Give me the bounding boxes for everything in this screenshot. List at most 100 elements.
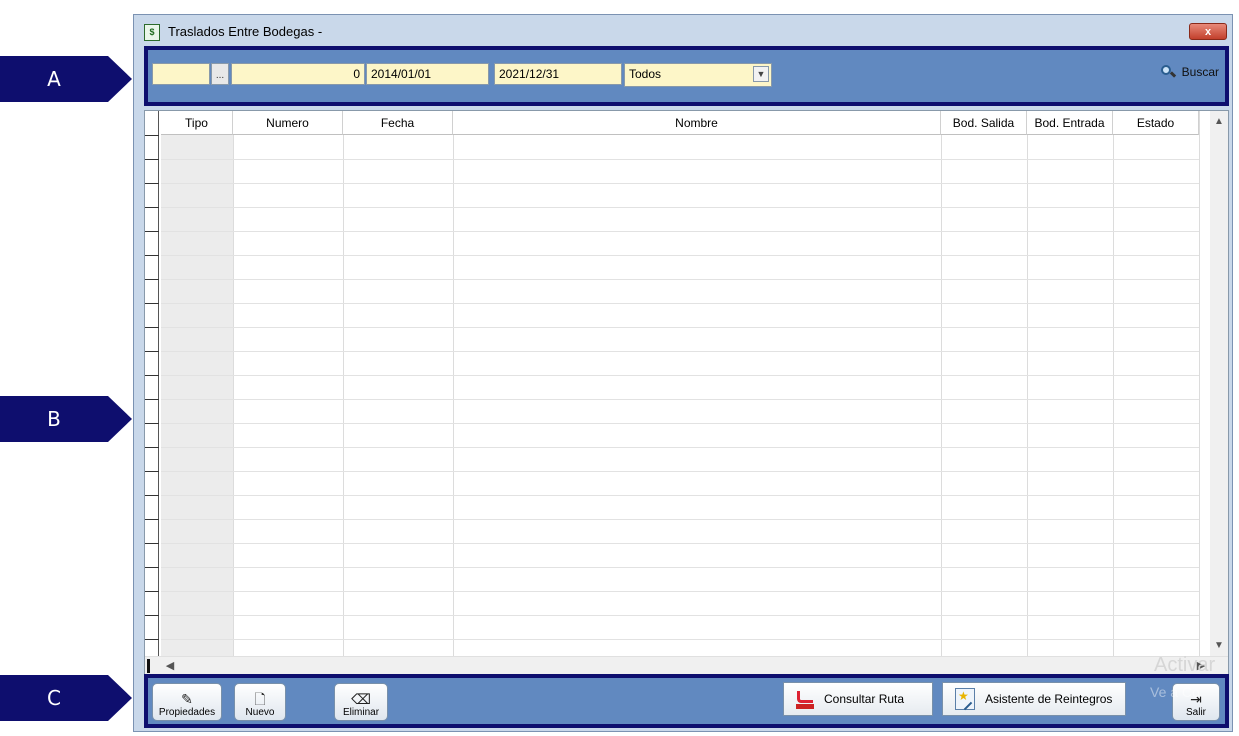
activation-watermark-sub: Ve a Co xyxy=(1150,684,1200,700)
row-marker xyxy=(145,327,159,328)
pdf-icon xyxy=(796,689,814,709)
eraser-icon: ⌫ xyxy=(351,691,371,707)
row-divider xyxy=(161,207,1199,208)
scroll-down-icon[interactable]: ▼ xyxy=(1210,637,1228,655)
filter-panel-inner: ... 0 2014/01/01 2021/12/31 Todos ▼ Busc… xyxy=(148,50,1225,102)
row-divider xyxy=(161,375,1199,376)
row-marker xyxy=(145,231,159,232)
row-marker xyxy=(145,351,159,352)
row-marker xyxy=(145,375,159,376)
new-document-icon: 🗋 xyxy=(254,691,266,707)
row-marker xyxy=(145,159,159,160)
callout-b: B xyxy=(0,396,134,442)
delete-button[interactable]: ⌫ Eliminar xyxy=(334,683,388,721)
column-header[interactable]: Bod. Salida xyxy=(941,111,1027,135)
row-divider xyxy=(161,303,1199,304)
row-selector-column xyxy=(145,111,159,674)
row-divider xyxy=(161,447,1199,448)
row-marker xyxy=(145,399,159,400)
column-header[interactable]: Bod. Entrada xyxy=(1027,111,1113,135)
title-bar: $ Traslados Entre Bodegas - x xyxy=(134,15,1232,45)
row-marker xyxy=(145,567,159,568)
search-button[interactable]: Buscar xyxy=(1160,64,1219,80)
scroll-up-icon[interactable]: ▲ xyxy=(1210,113,1228,131)
refund-wizard-label: Asistente de Reintegros xyxy=(985,692,1113,706)
column-header[interactable]: Numero xyxy=(233,111,343,135)
callout-c: C xyxy=(0,675,134,721)
row-marker xyxy=(145,423,159,424)
new-button[interactable]: 🗋 Nuevo xyxy=(234,683,286,721)
row-divider xyxy=(161,231,1199,232)
callout-b-label: B xyxy=(0,396,108,442)
window-title: Traslados Entre Bodegas - xyxy=(168,24,323,39)
row-divider xyxy=(161,399,1199,400)
row-marker xyxy=(145,615,159,616)
activation-watermark: Activar xyxy=(1154,654,1216,676)
date-to-input[interactable]: 2021/12/31 xyxy=(494,63,622,85)
row-divider xyxy=(161,495,1199,496)
row-marker xyxy=(145,183,159,184)
search-icon xyxy=(1160,64,1176,80)
wizard-icon: ★ xyxy=(955,688,975,711)
row-marker xyxy=(145,495,159,496)
row-divider xyxy=(161,639,1199,640)
row-marker xyxy=(145,207,159,208)
row-divider xyxy=(161,543,1199,544)
column-divider xyxy=(1199,111,1200,657)
row-divider xyxy=(161,615,1199,616)
column-header[interactable]: Tipo xyxy=(161,111,233,135)
row-marker xyxy=(145,639,159,640)
row-divider xyxy=(161,279,1199,280)
callout-c-arrow xyxy=(108,675,132,721)
row-divider xyxy=(161,591,1199,592)
horizontal-scrollbar[interactable]: ◀ ▶ xyxy=(145,656,1228,674)
properties-button[interactable]: ✎ Propiedades xyxy=(152,683,222,721)
row-marker xyxy=(145,471,159,472)
column-divider xyxy=(343,111,344,657)
row-marker xyxy=(145,303,159,304)
code-input[interactable] xyxy=(152,63,210,85)
column-divider xyxy=(453,111,454,657)
delete-label: Eliminar xyxy=(342,707,380,718)
search-button-label: Buscar xyxy=(1181,65,1219,79)
row-marker xyxy=(145,519,159,520)
callout-a: A xyxy=(0,56,134,102)
exit-label: Salir xyxy=(1185,707,1206,718)
properties-label: Propiedades xyxy=(158,707,216,718)
scroll-left-icon[interactable]: ◀ xyxy=(161,657,179,674)
filter-panel: ... 0 2014/01/01 2021/12/31 Todos ▼ Busc… xyxy=(144,46,1229,106)
row-divider xyxy=(161,519,1199,520)
properties-icon: ✎ xyxy=(181,691,193,707)
column-divider xyxy=(941,111,942,657)
browse-button[interactable]: ... xyxy=(211,63,229,85)
app-icon: $ xyxy=(144,24,160,41)
status-select[interactable]: Todos ▼ xyxy=(624,63,772,87)
date-from-input[interactable]: 2014/01/01 xyxy=(366,63,489,85)
callout-c-label: C xyxy=(0,675,108,721)
column-header[interactable]: Estado xyxy=(1113,111,1199,135)
row-marker xyxy=(145,543,159,544)
close-button[interactable]: x xyxy=(1189,23,1227,40)
row-marker xyxy=(145,279,159,280)
row-divider xyxy=(161,159,1199,160)
chevron-down-icon[interactable]: ▼ xyxy=(753,66,769,82)
new-label: Nuevo xyxy=(245,707,275,718)
status-select-value: Todos xyxy=(629,67,662,81)
row-marker xyxy=(145,591,159,592)
number-input[interactable]: 0 xyxy=(231,63,365,85)
row-divider xyxy=(161,423,1199,424)
consult-route-button[interactable]: Consultar Ruta xyxy=(783,682,933,716)
column-header[interactable]: Nombre xyxy=(453,111,941,135)
row-divider xyxy=(161,567,1199,568)
refund-wizard-button[interactable]: ★ Asistente de Reintegros xyxy=(942,682,1126,716)
action-toolbar-inner: ✎ Propiedades 🗋 Nuevo ⌫ Eliminar Consult… xyxy=(148,678,1225,724)
row-marker xyxy=(145,135,159,136)
callout-b-arrow xyxy=(108,396,132,442)
column-header[interactable]: Fecha xyxy=(343,111,453,135)
vertical-scrollbar[interactable]: ▲ ▼ xyxy=(1210,111,1228,657)
tipo-column-fill xyxy=(161,135,233,657)
transfers-grid[interactable]: Tipo Numero Fecha Nombre Bod. Salida Bod. Ent… xyxy=(144,110,1229,675)
callout-a-label: A xyxy=(0,56,108,102)
row-divider xyxy=(161,471,1199,472)
action-toolbar: ✎ Propiedades 🗋 Nuevo ⌫ Eliminar Consult… xyxy=(144,674,1229,728)
